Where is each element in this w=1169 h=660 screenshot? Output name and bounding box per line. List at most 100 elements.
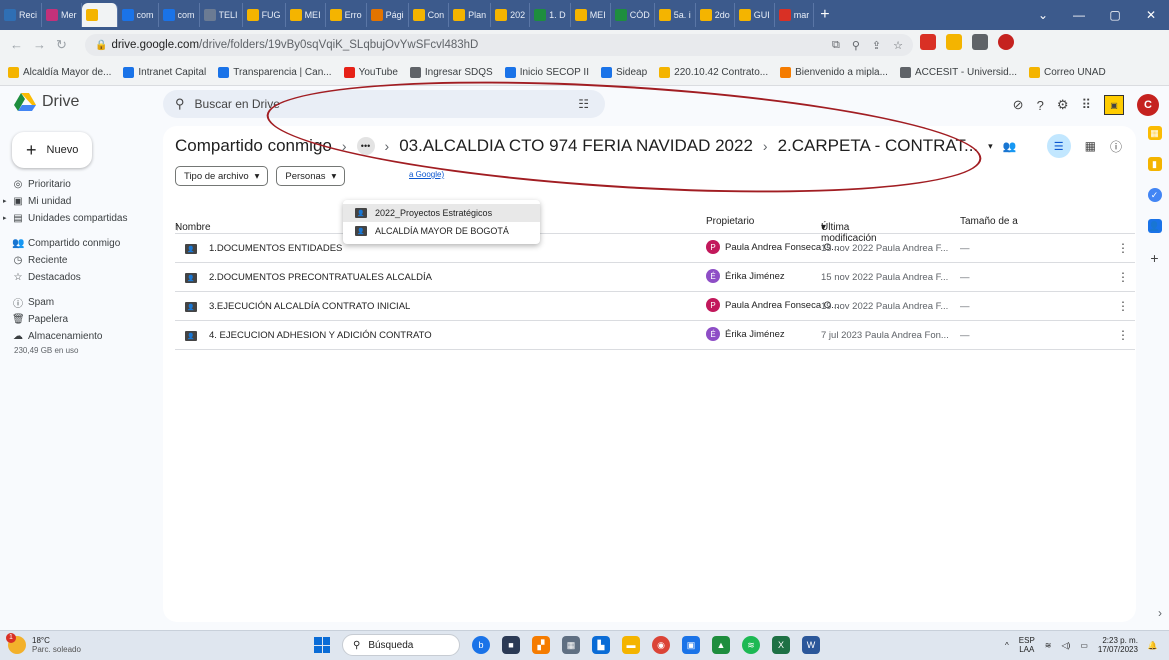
chevron-right-icon[interactable]: › (1158, 606, 1162, 620)
browser-app-icon[interactable]: b (472, 636, 490, 654)
battery-icon[interactable]: ▭ (1080, 641, 1088, 650)
browser-tab[interactable]: Reci (0, 3, 43, 27)
filter-link[interactable]: a Google) (409, 170, 444, 179)
bookmark-item[interactable]: Ingresar SDQS (409, 67, 493, 78)
browser-tab[interactable]: Erro (326, 3, 367, 27)
new-tab-button[interactable]: + (820, 6, 829, 24)
close-icon[interactable]: ✕ (1133, 8, 1169, 22)
calculator-icon[interactable]: ▦ (562, 636, 580, 654)
more-actions-icon[interactable]: ⋮ (1117, 299, 1129, 313)
new-button[interactable]: + Nuevo (12, 132, 92, 168)
file-type-filter[interactable]: Tipo de archivo ▾ (175, 166, 269, 186)
sidebar-item-spam[interactable]: ⓘ Spam (0, 294, 160, 310)
maximize-icon[interactable]: ▢ (1097, 8, 1133, 22)
sidebar-item-destacados[interactable]: ☆ Destacados (0, 269, 160, 285)
apps-grid-icon[interactable]: ⠿ (1081, 97, 1091, 113)
browser-tab[interactable]: Mer (42, 3, 82, 27)
more-actions-icon[interactable]: ⋮ (1117, 270, 1129, 284)
table-row[interactable]: 👤 1.DOCUMENTOS ENTIDADES P Paula Andrea Fon… (175, 234, 1135, 263)
browser-tab[interactable]: com (118, 3, 159, 27)
table-row[interactable]: 👤 4. EJECUCION ADHESION Y ADICIÓN CONTRAT… (175, 321, 1135, 350)
browser-tab[interactable]: Pági (367, 3, 409, 27)
breadcrumb-current[interactable]: 2.CARPETA - CONTRAT... (778, 136, 979, 156)
drive-logo[interactable]: Drive (14, 92, 79, 112)
bookmark-item[interactable]: Inicio SECOP II (504, 67, 589, 78)
notifications-icon[interactable]: 🔔 (1148, 641, 1158, 650)
expand-caret-icon[interactable]: ▸ (3, 197, 7, 205)
browser-tab[interactable]: TELI (200, 3, 243, 27)
back-icon[interactable]: ← (10, 37, 23, 53)
browser-tab[interactable]: 1. D (530, 3, 571, 27)
reload-icon[interactable]: ↻ (56, 37, 67, 53)
breadcrumb-more-button[interactable]: ••• (356, 137, 375, 155)
bookmark-item[interactable]: YouTube (343, 67, 398, 78)
extension-icon[interactable] (972, 34, 988, 50)
excel-icon[interactable]: X (772, 636, 790, 654)
store-icon[interactable]: ▙ (592, 636, 610, 654)
browser-tab[interactable]: Con (409, 3, 450, 27)
sidebar-item-prioritario[interactable]: ◎ Prioritario (0, 176, 160, 192)
browser-tab[interactable]: MEI (571, 3, 611, 27)
forward-icon[interactable]: → (33, 37, 46, 53)
url-input[interactable]: 🔒 drive.google.com/drive/folders/19vBy0s… (85, 34, 913, 56)
browser-tab[interactable]: MEI (286, 3, 326, 27)
mail-icon[interactable]: ▣ (682, 636, 700, 654)
chevron-up-icon[interactable]: ^ (1005, 641, 1009, 650)
tasks-icon[interactable]: ✓ (1147, 188, 1162, 202)
bookmark-item[interactable]: Bienvenido a mipla... (780, 67, 888, 78)
windows-start-icon[interactable] (314, 637, 330, 653)
sidebar-item-almacenamiento[interactable]: ☁ Almacenamiento (0, 328, 160, 344)
pdf-extension-icon[interactable] (920, 34, 936, 50)
browser-tab[interactable]: 5a. i (655, 3, 696, 27)
people-filter[interactable]: Personas ▾ (276, 166, 346, 186)
sidebar-item-compartido-conmigo[interactable]: 👥 Compartido conmigo (0, 235, 160, 251)
zoom-icon[interactable]: ⚲ (852, 39, 860, 52)
keep-icon[interactable]: ▮ (1147, 157, 1162, 171)
open-in-app-icon[interactable]: ⧉ (832, 39, 840, 52)
breadcrumb-middle[interactable]: 03.ALCALDIA CTO 974 FERIA NAVIDAD 2022 (399, 136, 753, 156)
column-owner-header[interactable]: Propietario (706, 216, 754, 227)
browser-tab[interactable]: com (159, 3, 200, 27)
browser-tab[interactable]: 202 (491, 3, 531, 27)
filter-toggle-button[interactable]: ☰ (1046, 134, 1071, 158)
file-explorer-icon[interactable]: ▬ (622, 636, 640, 654)
clock[interactable]: 2:23 p. m. 17/07/2023 (1098, 636, 1138, 654)
more-actions-icon[interactable]: ⋮ (1117, 328, 1129, 342)
contacts-icon[interactable]: 👤 (1147, 219, 1162, 233)
bookmark-item[interactable]: 220.10.42 Contrato... (659, 67, 768, 78)
more-actions-icon[interactable]: ⋮ (1117, 241, 1129, 255)
browser-tab[interactable]: 2do (696, 3, 735, 27)
calendar-icon[interactable]: ▦ (1147, 126, 1162, 140)
chrome-icon[interactable]: ◉ (652, 636, 670, 654)
browser-tab[interactable]: mar (775, 3, 815, 27)
bookmark-item[interactable]: Correo UNAD (1029, 67, 1106, 78)
expand-caret-icon[interactable]: ▸ (3, 214, 7, 222)
browser-tab[interactable] (81, 3, 118, 27)
volume-icon[interactable]: ◁) (1061, 641, 1070, 650)
wifi-icon[interactable]: ≋ (1045, 641, 1052, 650)
details-info-icon[interactable]: ⓘ (1110, 138, 1122, 155)
organization-logo[interactable]: ▣ (1104, 95, 1124, 115)
bookmark-item[interactable]: ACCESIT - Universid... (899, 67, 1017, 78)
offline-status-icon[interactable]: ⊘ (1013, 97, 1024, 113)
settings-icon[interactable]: ⚙ (1057, 97, 1069, 113)
sidebar-item-mi-unidad[interactable]: ▸ ▣ Mi unidad (0, 193, 160, 209)
table-row[interactable]: 👤 2.DOCUMENTOS PRECONTRATUALES ALCALDÍA É É… (175, 263, 1135, 292)
app-icon[interactable]: ▞ (532, 636, 550, 654)
minimize-icon[interactable]: — (1061, 8, 1097, 22)
bookmark-item[interactable]: Sideap (601, 67, 647, 78)
drive-extension-icon[interactable] (946, 34, 962, 50)
word-icon[interactable]: W (802, 636, 820, 654)
language-indicator[interactable]: ESP LAA (1019, 636, 1035, 654)
menu-item-proyectos-estrategicos[interactable]: 👤 2022_Proyectos Estratégicos (343, 204, 540, 222)
weather-widget[interactable]: 1 18°C Parc. soleado (6, 633, 81, 654)
sidebar-item-papelera[interactable]: 🗑 Papelera (0, 311, 160, 327)
grid-view-icon[interactable]: ▦ (1085, 139, 1096, 153)
taskbar-search[interactable]: ⚲ Búsqueda (342, 634, 460, 656)
drive-app-icon[interactable]: ▲ (712, 636, 730, 654)
bookmark-item[interactable]: Intranet Capital (123, 67, 206, 78)
browser-tab[interactable]: CÓD (611, 3, 655, 27)
search-options-icon[interactable]: ☷ (578, 97, 589, 111)
drive-search-input[interactable]: ⚲ Buscar en Drive ☷ (163, 90, 605, 118)
table-row[interactable]: 👤 3.EJECUCIÓN ALCALDÍA CONTRATO INICIAL P P… (175, 292, 1135, 321)
